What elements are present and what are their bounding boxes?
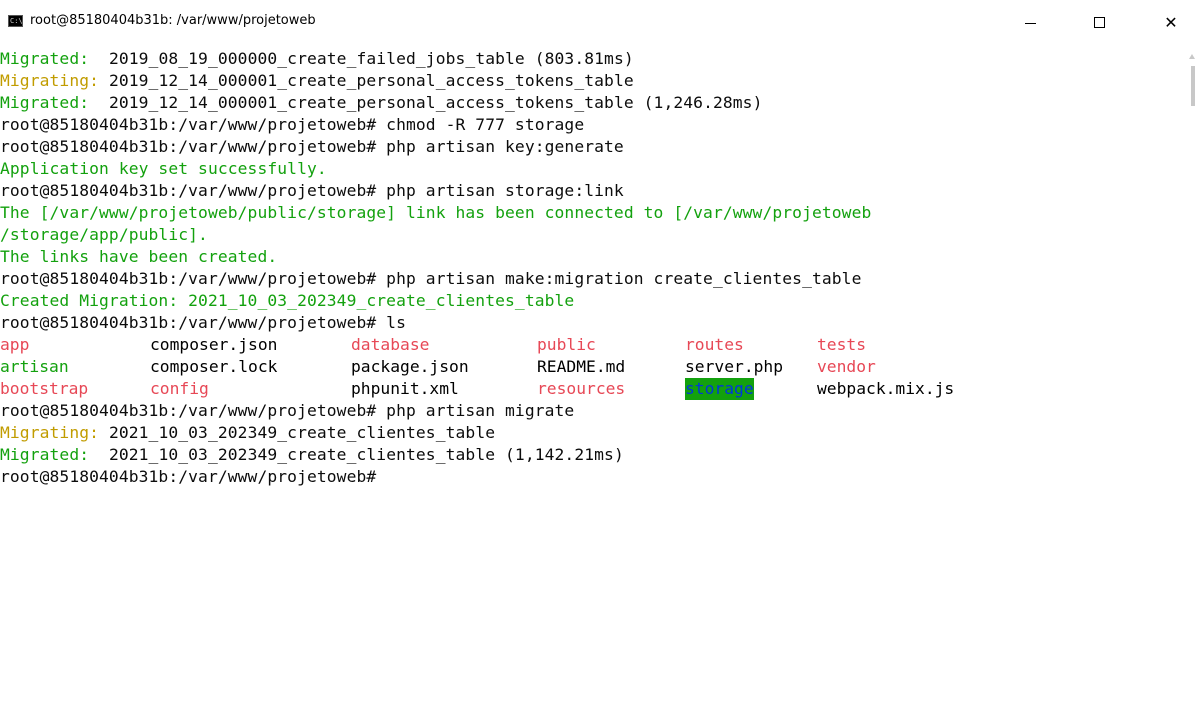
ls-entry: phpunit.xml [351,379,459,398]
minimize-button[interactable] [1007,0,1053,44]
cmd-icon: C:\ [8,15,23,27]
scrollbar-thumb[interactable] [1191,66,1195,106]
line-text: root@85180404b31b:/var/www/projetoweb# p… [0,269,862,288]
terminal-line: Created Migration: 2021_10_03_202349_cre… [0,290,574,312]
terminal-line: The [/var/www/projetoweb/public/storage]… [0,202,871,224]
terminal-line: root@85180404b31b:/var/www/projetoweb# p… [0,180,624,202]
line-label: Migrated: [0,49,109,68]
line-label: Application key set successfully. [0,159,327,178]
ls-entry: database [351,335,430,354]
terminal-line: root@85180404b31b:/var/www/projetoweb# [0,466,376,488]
ls-entry: routes [685,335,744,354]
scroll-up-arrow-icon[interactable] [1189,54,1195,59]
minimize-icon [1024,22,1036,24]
line-text: root@85180404b31b:/var/www/projetoweb# p… [0,137,624,156]
ls-entry: composer.lock [150,357,278,376]
ls-entry: bootstrap [0,379,89,398]
terminal-line: The links have been created. [0,246,277,268]
ls-entry: tests [817,335,867,354]
terminal-line: Migrated: 2019_12_14_000001_create_perso… [0,92,762,114]
line-label: Created Migration: 2021_10_03_202349_cre… [0,291,575,310]
line-label: Migrating: [0,71,109,90]
line-label: Migrated: [0,93,109,112]
ls-row: artisan composer.lock package.json README.m… [0,356,1186,378]
line-text: 2021_10_03_202349_create_clientes_table … [108,445,624,464]
ls-entry: webpack.mix.js [817,379,955,398]
line-text: root@85180404b31b:/var/www/projetoweb# p… [0,181,624,200]
ls-row: app composer.json database public routes test… [0,334,1186,356]
ls-entry: server.php [685,357,784,376]
terminal-output[interactable]: Migrated: 2019_08_19_000000_create_faile… [0,48,1186,707]
line-label: Migrated: [0,445,109,464]
line-text: root@85180404b31b:/var/www/projetoweb# c… [0,115,585,134]
terminal-line: Migrating: 2021_10_03_202349_create_clie… [0,422,495,444]
ls-output: app composer.json database public routes test… [0,334,1186,400]
title-bar[interactable]: C:\ root@85180404b31b: /var/www/projetow… [0,0,1199,44]
window-title: root@85180404b31b: /var/www/projetoweb [30,13,316,28]
close-icon: ✕ [1164,12,1178,32]
terminal-line: root@85180404b31b:/var/www/projetoweb# c… [0,114,584,136]
ls-entry: config [150,379,209,398]
ls-row: bootstrap config phpunit.xml resources stora… [0,378,1186,400]
maximize-icon [1093,16,1105,28]
ls-entry: storage [685,378,754,400]
terminal-line: Migrating: 2019_12_14_000001_create_pers… [0,70,634,92]
terminal-line: /storage/app/public]. [0,224,208,246]
line-label: The [/var/www/projetoweb/public/storage]… [0,203,872,222]
line-text: 2019_12_14_000001_create_personal_access… [108,93,763,112]
ls-entry: public [537,335,596,354]
ls-entry: vendor [817,357,876,376]
terminal-line: root@85180404b31b:/var/www/projetoweb# p… [0,268,862,290]
line-text: 2019_12_14_000001_create_personal_access… [108,71,634,90]
terminal-line: root@85180404b31b:/var/www/projetoweb# p… [0,136,624,158]
ls-entry: composer.json [150,335,278,354]
line-text: root@85180404b31b:/var/www/projetoweb# [0,467,377,486]
line-label: The links have been created. [0,247,278,266]
line-label: Migrating: [0,423,109,442]
line-text: root@85180404b31b:/var/www/projetoweb# p… [0,401,575,420]
close-button[interactable]: ✕ [1148,0,1194,44]
terminal-line: root@85180404b31b:/var/www/projetoweb# p… [0,400,574,422]
ls-entry: artisan [0,357,69,376]
maximize-button[interactable] [1076,0,1122,44]
vertical-scrollbar[interactable] [1186,48,1199,707]
terminal-line: Migrated: 2021_10_03_202349_create_clien… [0,444,624,466]
terminal-line: Application key set successfully. [0,158,327,180]
line-text: 2021_10_03_202349_create_clientes_table [108,423,496,442]
line-label: /storage/app/public]. [0,225,208,244]
terminal-line: root@85180404b31b:/var/www/projetoweb# l… [0,312,406,334]
ls-entry: README.md [537,357,626,376]
line-text: 2019_08_19_000000_create_failed_jobs_tab… [108,49,634,68]
ls-entry: app [0,335,30,354]
terminal-line: Migrated: 2019_08_19_000000_create_faile… [0,48,634,70]
ls-entry: package.json [351,357,469,376]
ls-entry: resources [537,379,626,398]
line-text: root@85180404b31b:/var/www/projetoweb# l… [0,313,406,332]
